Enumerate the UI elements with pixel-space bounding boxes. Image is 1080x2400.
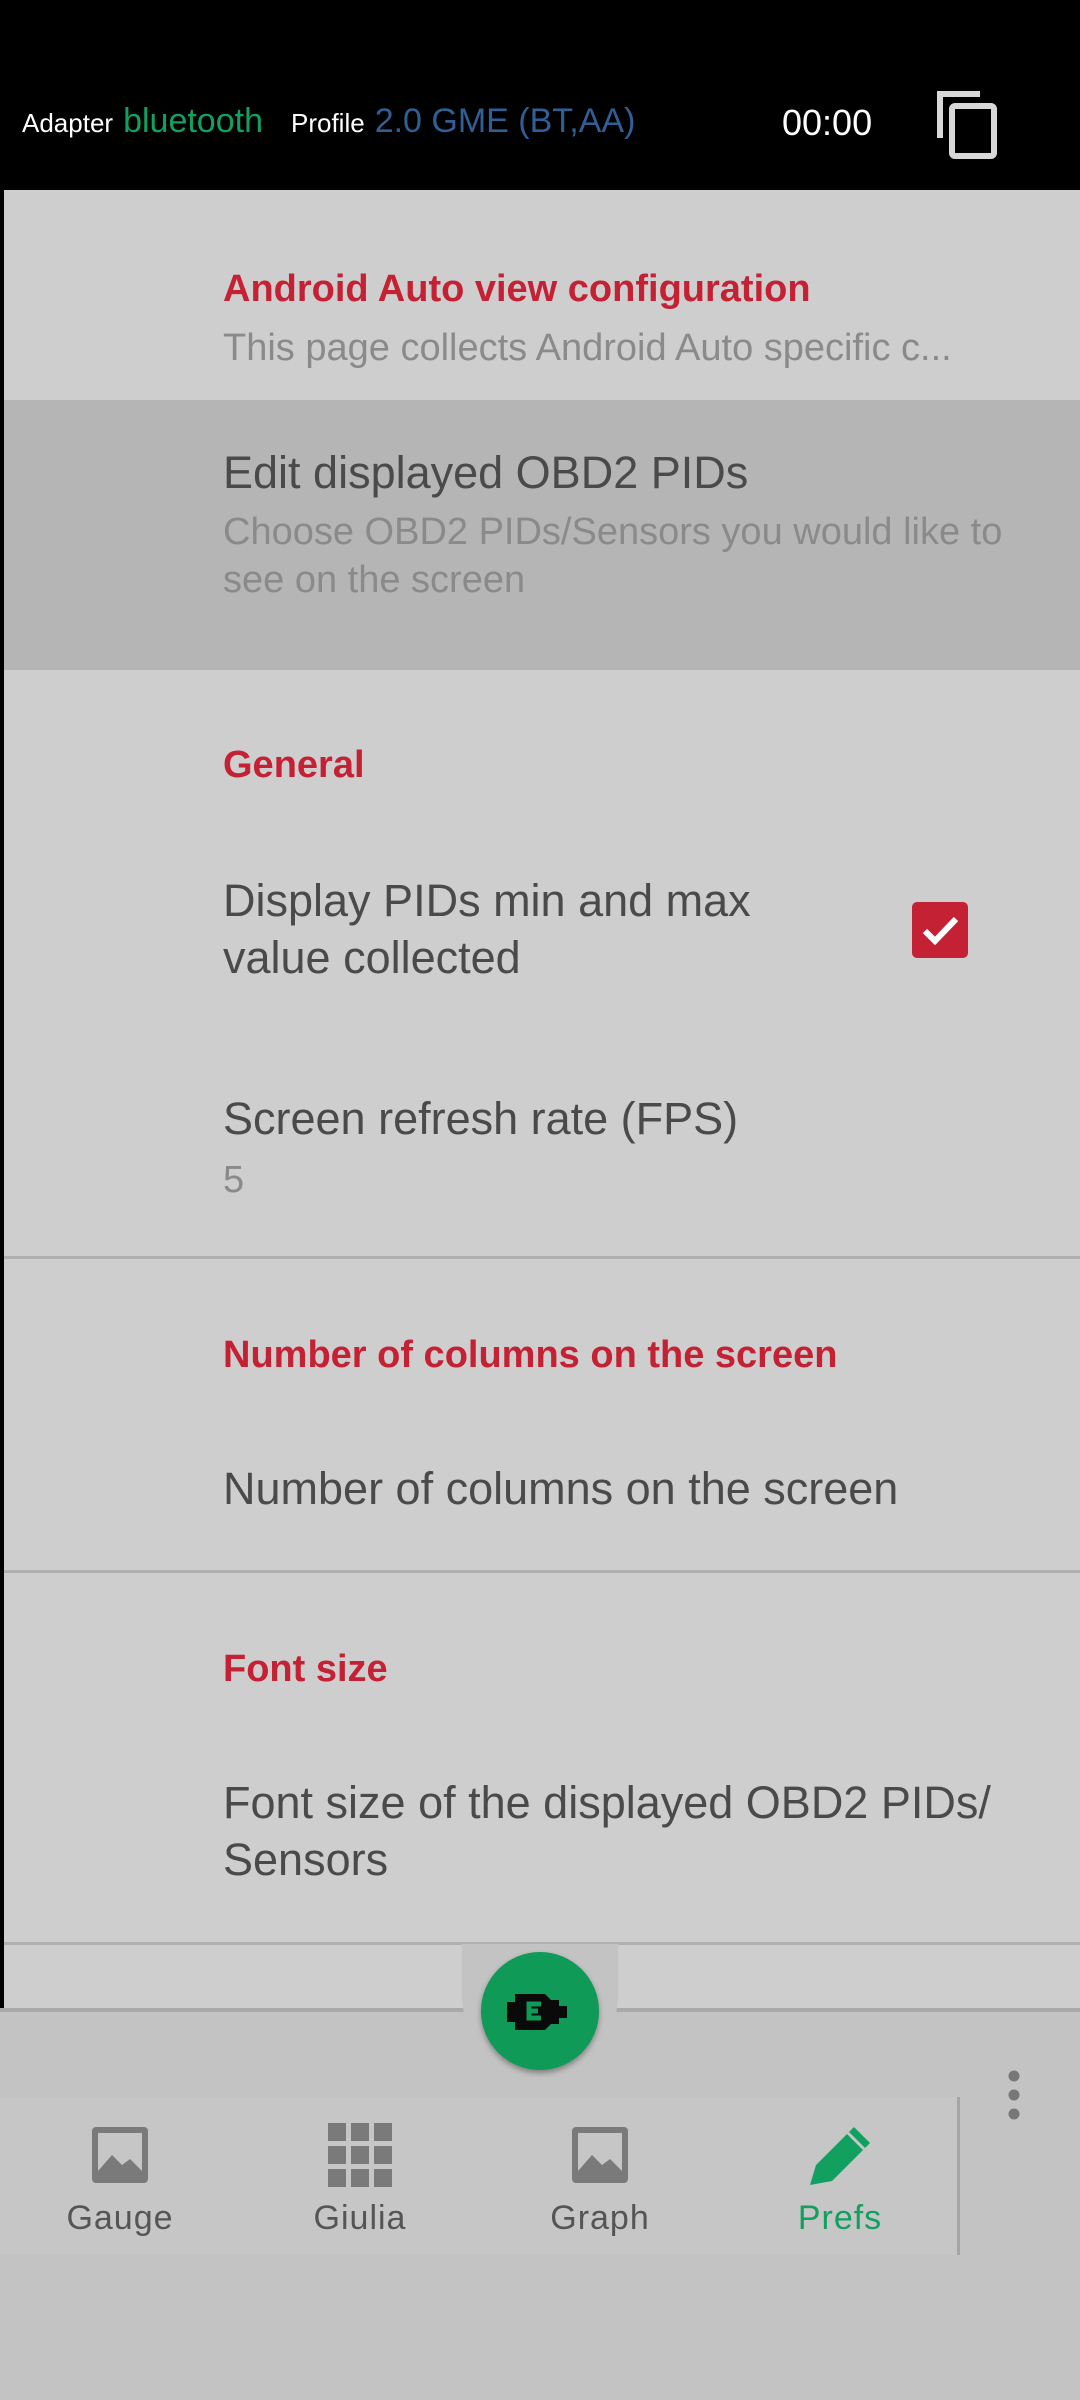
- divider: [4, 1256, 1080, 1259]
- preferences-list: Android Auto view configuration This pag…: [0, 190, 1080, 2010]
- nav-label-gauge: Gauge: [66, 2199, 174, 2237]
- columns-section-title: Number of columns on the screen: [223, 1334, 838, 1376]
- copy-icon[interactable]: [934, 88, 1000, 160]
- columns-title: Number of columns on the screen: [223, 1463, 899, 1514]
- min-max-checkbox[interactable]: [912, 902, 968, 958]
- check-icon: [922, 916, 959, 946]
- edit-pids-title: Edit displayed OBD2 PIDs: [223, 447, 749, 498]
- edit-pids-summary: Choose OBD2 PIDs/Sensors you would like …: [223, 511, 1003, 601]
- android-auto-section-title: Android Auto view configuration: [223, 268, 811, 310]
- profile-label: Profile: [290, 108, 365, 138]
- more-vert-icon[interactable]: [1002, 2070, 1026, 2120]
- nav-label-graph: Graph: [550, 2199, 650, 2237]
- nav-item-giulia[interactable]: Giulia: [260, 2097, 460, 2255]
- engine-fab-button[interactable]: [481, 1952, 599, 2070]
- image-icon: [572, 2127, 628, 2183]
- min-max-title: Display PIDs min and max value collected: [223, 875, 751, 983]
- bottom-navigation: Gauge Giulia Graph Prefs: [0, 2097, 960, 2255]
- fps-title: Screen refresh rate (FPS): [223, 1093, 739, 1144]
- nav-item-prefs[interactable]: Prefs: [740, 2097, 940, 2255]
- nav-item-graph[interactable]: Graph: [500, 2097, 700, 2255]
- general-section-title: General: [223, 744, 365, 786]
- adapter-value: bluetooth: [123, 102, 263, 140]
- timer-display: 00:00: [782, 102, 873, 143]
- nav-item-gauge[interactable]: Gauge: [20, 2097, 220, 2255]
- nav-label-prefs: Prefs: [797, 2199, 883, 2237]
- fps-value: 5: [223, 1159, 245, 1201]
- image-icon: [92, 2127, 148, 2183]
- top-toolbar: Adapter bluetooth Profile 2.0 GME (BT,AA…: [0, 0, 1080, 190]
- nav-label-giulia: Giulia: [313, 2199, 407, 2237]
- grid-icon: [328, 2123, 392, 2187]
- font-size-title: Font size of the displayed OBD2 PIDs/ Se…: [223, 1777, 991, 1885]
- edit-pids-item[interactable]: Edit displayed OBD2 PIDs Choose OBD2 PID…: [4, 400, 1080, 670]
- adapter-label: Adapter: [22, 108, 114, 138]
- font-size-section-title: Font size: [223, 1648, 388, 1690]
- engine-icon: [507, 1994, 567, 2030]
- divider: [4, 1570, 1080, 1573]
- profile-value: 2.0 GME (BT,AA): [374, 102, 636, 140]
- pencil-icon: [810, 2127, 870, 2185]
- status-row: Adapter bluetooth Profile 2.0 GME (BT,AA…: [22, 102, 635, 141]
- android-auto-section-desc: This page collects Android Auto specific…: [223, 327, 952, 369]
